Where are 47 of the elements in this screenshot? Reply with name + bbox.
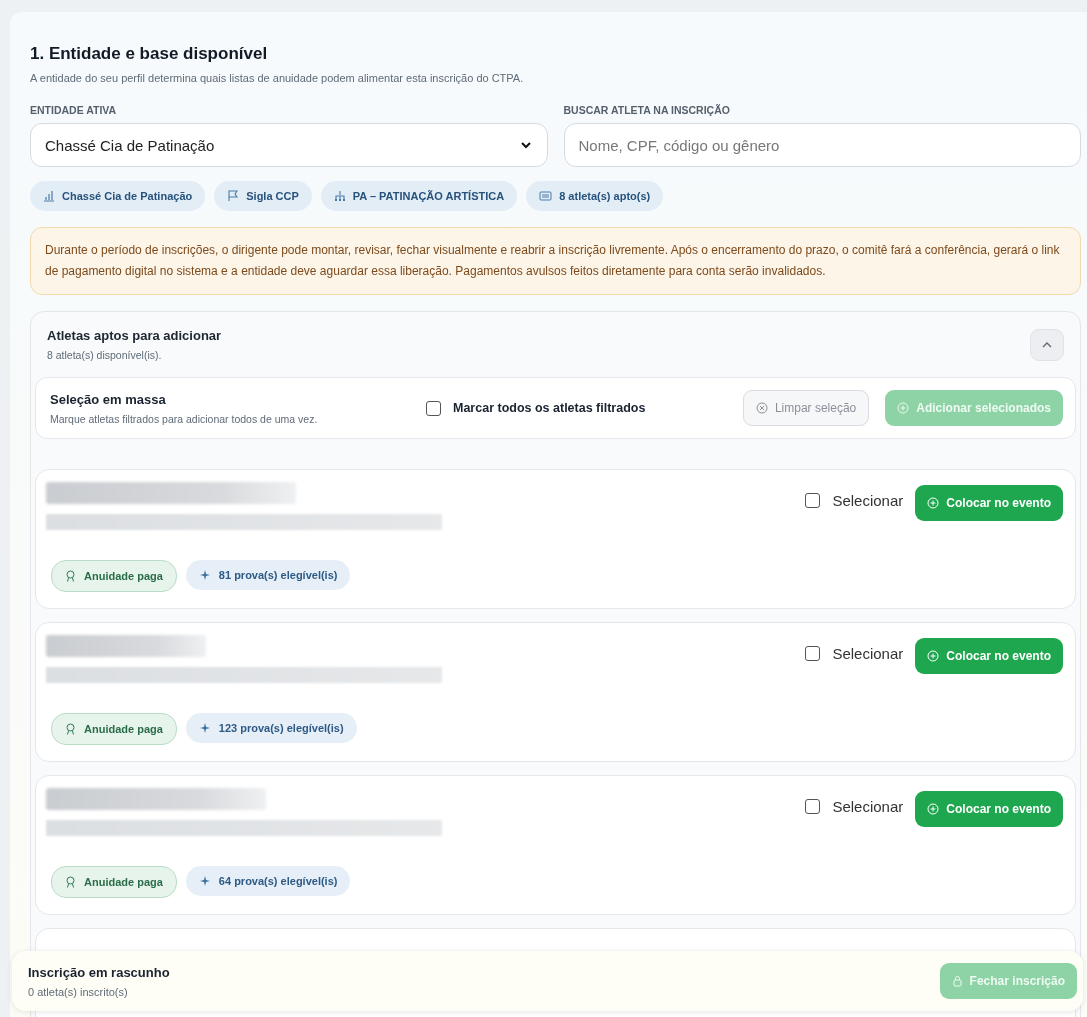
status-badge: Anuidade paga (51, 713, 177, 745)
checkbox[interactable] (426, 400, 441, 416)
hierarchy-icon (333, 190, 346, 202)
add-to-event-button[interactable]: Colocar no evento (915, 791, 1063, 827)
bulk-title: Seleção em massa (50, 391, 167, 407)
plus-circle-icon (927, 497, 940, 509)
plus-circle-icon (927, 650, 940, 662)
section-title: 1. Entidade e base disponível (30, 44, 269, 64)
checkbox[interactable] (805, 646, 821, 661)
clear-icon (755, 402, 768, 414)
bar-chart-icon (43, 190, 55, 202)
section-subtitle: A entidade do seu perfil determina quais listas de anuidade podem alimentar esta inscrição do CTPA. (30, 72, 525, 84)
panel-count: 8 atleta(s) disponível(is). (47, 349, 163, 361)
footer-count: 0 atleta(s) inscrito(s) (28, 985, 129, 998)
checkbox-label[interactable]: Selecionar (832, 798, 904, 815)
flag-icon (227, 190, 240, 202)
info-chip: 8 atleta(s) apto(s) (526, 181, 664, 211)
panel-title: Atletas aptos para adicionar (47, 328, 222, 343)
plus-circle-icon (927, 803, 940, 815)
events-badge: 123 prova(s) elegível(is) (185, 713, 357, 743)
footer-title: Inscrição em rascunho (28, 964, 170, 980)
status-badge: Anuidade paga (51, 560, 177, 592)
checkbox[interactable] (805, 493, 821, 508)
add-to-event-button[interactable]: Colocar no evento (915, 638, 1063, 674)
add-to-event-button[interactable]: Colocar no evento (915, 485, 1063, 521)
field-label: ENTIDADE ATIVA (30, 104, 118, 116)
info-chip: Chassé Cia de Patinação (30, 181, 206, 211)
events-badge: 64 prova(s) elegível(is) (185, 866, 351, 896)
award-icon (65, 723, 76, 735)
field-label: BUSCAR ATLETA NA INSCRIÇÃO (563, 104, 731, 116)
lock-icon (951, 975, 963, 987)
award-icon (65, 876, 76, 888)
entity-select[interactable]: Chassé Cia de Patinação (30, 123, 548, 167)
award-icon (65, 570, 76, 582)
list-card-icon (539, 190, 553, 202)
checkbox[interactable] (805, 799, 821, 814)
plus-circle-icon (897, 402, 910, 414)
checkbox-label[interactable]: Marcar todos os atletas filtrados (453, 401, 646, 415)
notice-banner: Durante o período de inscrições, o dirigente pode montar, revisar, fechar visualmente e reabrir a inscrição livremente. Após o encerramento do prazo, o comitê fará a conferência, gerará o link de pagamento digital no sistema e a entidade deve aguardar essa liberação. Pagamentos avulsos feitos diretamente para conta serão invalidados. (30, 227, 1081, 295)
bulk-hint: Marque atletas filtrados para adicionar todos de uma vez. (50, 412, 319, 425)
events-badge: 81 prova(s) elegível(is) (185, 560, 351, 590)
status-badge: Anuidade paga (51, 866, 177, 898)
search-field[interactable]: Nome, CPF, código ou gênero (563, 123, 1081, 167)
info-chip: PA – PATINAÇÃO ARTÍSTICA (320, 181, 518, 211)
info-chip: Sigla CCP (214, 181, 312, 211)
checkbox-label[interactable]: Selecionar (832, 645, 904, 662)
checkbox-label[interactable]: Selecionar (832, 492, 904, 509)
